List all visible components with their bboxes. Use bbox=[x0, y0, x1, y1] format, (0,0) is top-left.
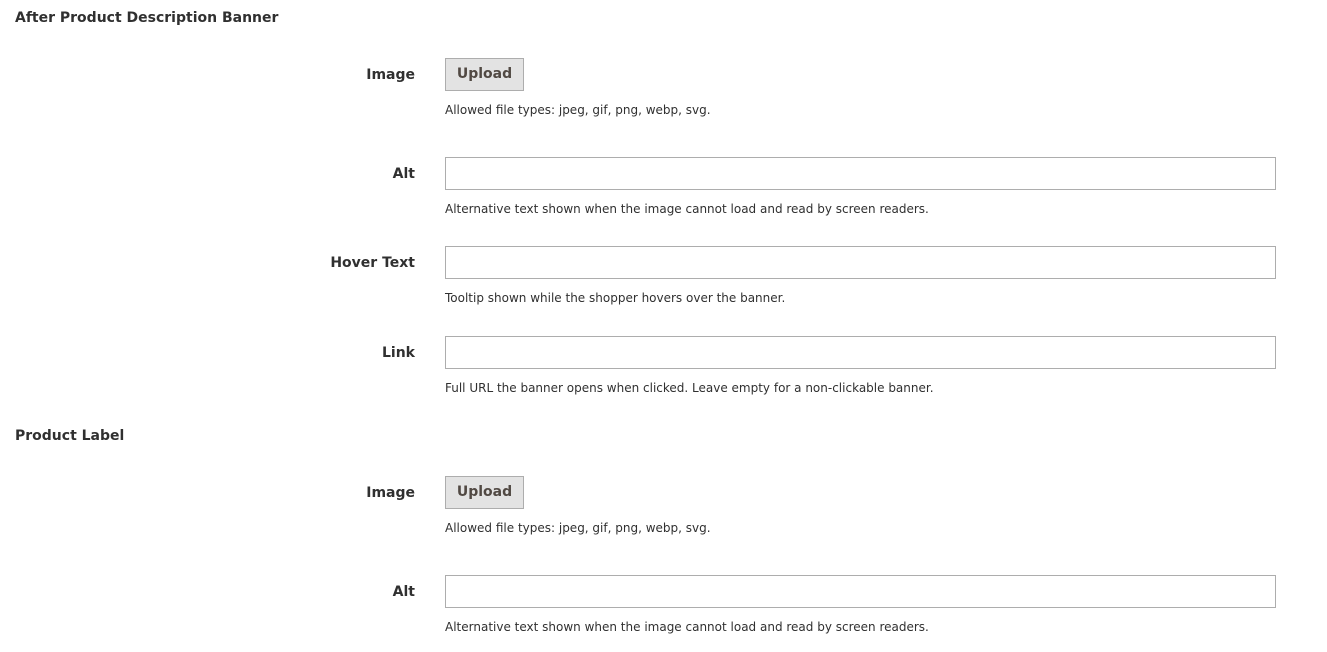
alt-label: Alt bbox=[392, 166, 415, 182]
section-title: After Product Description Banner bbox=[15, 10, 279, 26]
image-label: Image bbox=[366, 67, 415, 83]
alt-label: Alt bbox=[392, 584, 415, 600]
alt-note: Alternative text shown when the image ca… bbox=[445, 202, 929, 216]
image-label: Image bbox=[366, 485, 415, 501]
alt-input[interactable] bbox=[445, 575, 1276, 608]
alt-note: Alternative text shown when the image ca… bbox=[445, 620, 929, 634]
hover-text-note: Tooltip shown while the shopper hovers o… bbox=[445, 291, 786, 305]
upload-button[interactable]: Upload bbox=[445, 58, 524, 91]
image-file-types-note: Allowed file types: jpeg, gif, png, webp… bbox=[445, 521, 711, 535]
alt-input[interactable] bbox=[445, 157, 1276, 190]
upload-button[interactable]: Upload bbox=[445, 476, 524, 509]
image-file-types-note: Allowed file types: jpeg, gif, png, webp… bbox=[445, 103, 711, 117]
hover-text-input[interactable] bbox=[445, 246, 1276, 279]
link-note: Full URL the banner opens when clicked. … bbox=[445, 381, 934, 395]
section-title: Product Label bbox=[15, 428, 125, 444]
hover-text-label: Hover Text bbox=[330, 255, 415, 271]
link-input[interactable] bbox=[445, 336, 1276, 369]
link-label: Link bbox=[382, 345, 415, 361]
